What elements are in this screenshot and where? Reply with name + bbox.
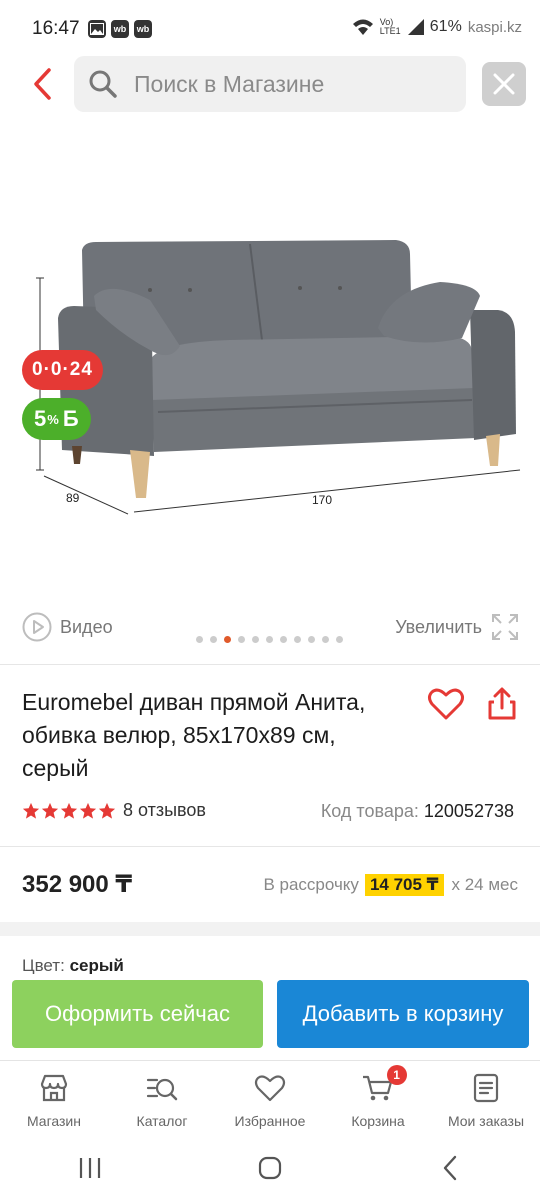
bonus-percent: % — [47, 411, 59, 427]
add-to-cart-button[interactable]: Добавить в корзину — [277, 980, 529, 1048]
share-icon — [488, 687, 516, 720]
system-navigation-bar — [0, 1136, 540, 1200]
carousel-dot-active[interactable] — [224, 636, 231, 643]
carousel-dot[interactable] — [336, 636, 343, 643]
nav-item-cart[interactable]: 1 Корзина — [324, 1061, 432, 1136]
status-time: 16:47 — [32, 18, 80, 39]
nav-item-catalog[interactable]: Каталог — [108, 1061, 216, 1136]
play-circle-icon — [22, 612, 52, 642]
expand-icon — [492, 614, 518, 640]
nav-label: Магазин — [26, 1113, 81, 1129]
product-code: Код товара: 120052738 — [321, 801, 514, 822]
battery-label: 61% — [429, 18, 462, 35]
installment-amount: 14 705 ₸ — [364, 874, 444, 896]
product-title: Euromebel диван прямой Анита, обивка вел… — [22, 689, 366, 781]
close-button[interactable] — [482, 62, 526, 106]
search-input[interactable]: Поиск в Магазине — [74, 56, 466, 112]
nav-item-orders[interactable]: Мои заказы — [432, 1061, 540, 1136]
back-arrow-icon — [443, 1155, 457, 1181]
home-button[interactable] — [240, 1148, 300, 1188]
share-button[interactable] — [482, 684, 522, 724]
video-button[interactable]: Видео — [22, 612, 113, 642]
section-separator — [0, 922, 540, 936]
kaspi-watermark: kaspi.kz — [467, 18, 522, 36]
carousel-dot[interactable] — [294, 636, 301, 643]
heart-icon — [254, 1075, 286, 1102]
notification-icons: wb wb — [88, 20, 152, 38]
installment-info[interactable]: В рассрочку 14 705 ₸ х 24 мес — [263, 874, 518, 896]
gallery-icon — [88, 20, 106, 38]
installment-suffix: х 24 мес — [451, 875, 519, 894]
chevron-left-icon — [34, 68, 51, 100]
carousel-dot[interactable] — [266, 636, 273, 643]
recent-apps-button[interactable] — [60, 1148, 120, 1188]
favorite-button[interactable] — [426, 684, 466, 724]
star-icon — [60, 802, 78, 819]
search-icon — [89, 70, 117, 98]
rating-row[interactable]: 8 отзывов — [22, 800, 206, 821]
wifi-icon — [352, 19, 373, 35]
signal-icon — [407, 19, 424, 35]
width-dimension-label: 170 — [312, 493, 332, 507]
search-placeholder: Поиск в Магазине — [134, 70, 325, 97]
carousel-dot[interactable] — [308, 636, 315, 643]
star-icon — [41, 802, 59, 819]
zoom-label: Увеличить — [395, 616, 482, 637]
bonus-currency: Б — [62, 406, 79, 431]
heart-icon — [428, 688, 464, 720]
product-code-value: 120052738 — [423, 801, 514, 821]
nav-label: Корзина — [351, 1113, 405, 1129]
carousel-dot[interactable] — [280, 636, 287, 643]
back-button[interactable] — [22, 62, 62, 106]
carousel-dot[interactable] — [252, 636, 259, 643]
video-label: Видео — [60, 616, 113, 637]
close-icon — [493, 73, 515, 95]
status-right: Vo) LTE1 61% kaspi.kz — [352, 18, 522, 36]
color-value: серый — [69, 956, 124, 974]
orders-icon — [473, 1073, 499, 1103]
rating-stars — [22, 802, 116, 820]
image-carousel-dots[interactable] — [196, 636, 343, 643]
depth-dimension-label: 89 — [66, 491, 80, 505]
cart-count-badge: 1 — [386, 1065, 407, 1085]
catalog-icon — [146, 1078, 178, 1101]
installment-prefix: В рассрочку — [263, 875, 359, 894]
color-row[interactable]: Цвет: серый — [22, 956, 124, 974]
nav-item-favorites[interactable]: Избранное — [216, 1061, 324, 1136]
product-price: 352 900 ₸ — [22, 871, 133, 898]
product-page: 16:47 wb wb Vo) LTE1 61% kaspi.kz Поиск … — [0, 0, 540, 1200]
nav-label: Избранное — [234, 1113, 306, 1129]
store-icon — [40, 1074, 68, 1102]
divider — [0, 664, 540, 665]
network-label: Vo) LTE1 — [379, 17, 401, 36]
carousel-dot[interactable] — [322, 636, 329, 643]
bottom-navigation: Магазин Каталог Избранное 1 Корзина Мои … — [0, 1060, 540, 1136]
status-bar: 16:47 wb wb Vo) LTE1 61% kaspi.kz — [0, 0, 540, 60]
carousel-dot[interactable] — [210, 636, 217, 643]
product-code-label: Код товара: — [320, 801, 419, 821]
star-icon — [79, 802, 97, 819]
divider — [0, 846, 540, 847]
star-icon — [98, 802, 116, 819]
bonus-value: 5 — [34, 406, 47, 431]
reviews-link[interactable]: 8 отзывов — [123, 800, 206, 821]
star-icon — [22, 802, 40, 819]
installment-badge: 0·0·24 — [22, 350, 103, 390]
bonus-badge: 5% Б — [22, 398, 91, 440]
zoom-button[interactable]: Увеличить — [395, 612, 520, 642]
recent-apps-icon — [79, 1158, 101, 1178]
wb-app-icon: wb — [134, 20, 152, 38]
system-back-button[interactable] — [420, 1148, 480, 1188]
home-icon — [258, 1156, 282, 1180]
carousel-dot[interactable] — [196, 636, 203, 643]
nav-label: Каталог — [136, 1113, 188, 1129]
order-now-button[interactable]: Оформить сейчас — [12, 980, 263, 1048]
wb-app-icon: wb — [111, 20, 129, 38]
nav-label: Мои заказы — [447, 1113, 525, 1129]
color-label: Цвет: — [22, 956, 65, 974]
carousel-dot[interactable] — [238, 636, 245, 643]
nav-item-store[interactable]: Магазин — [0, 1061, 108, 1136]
